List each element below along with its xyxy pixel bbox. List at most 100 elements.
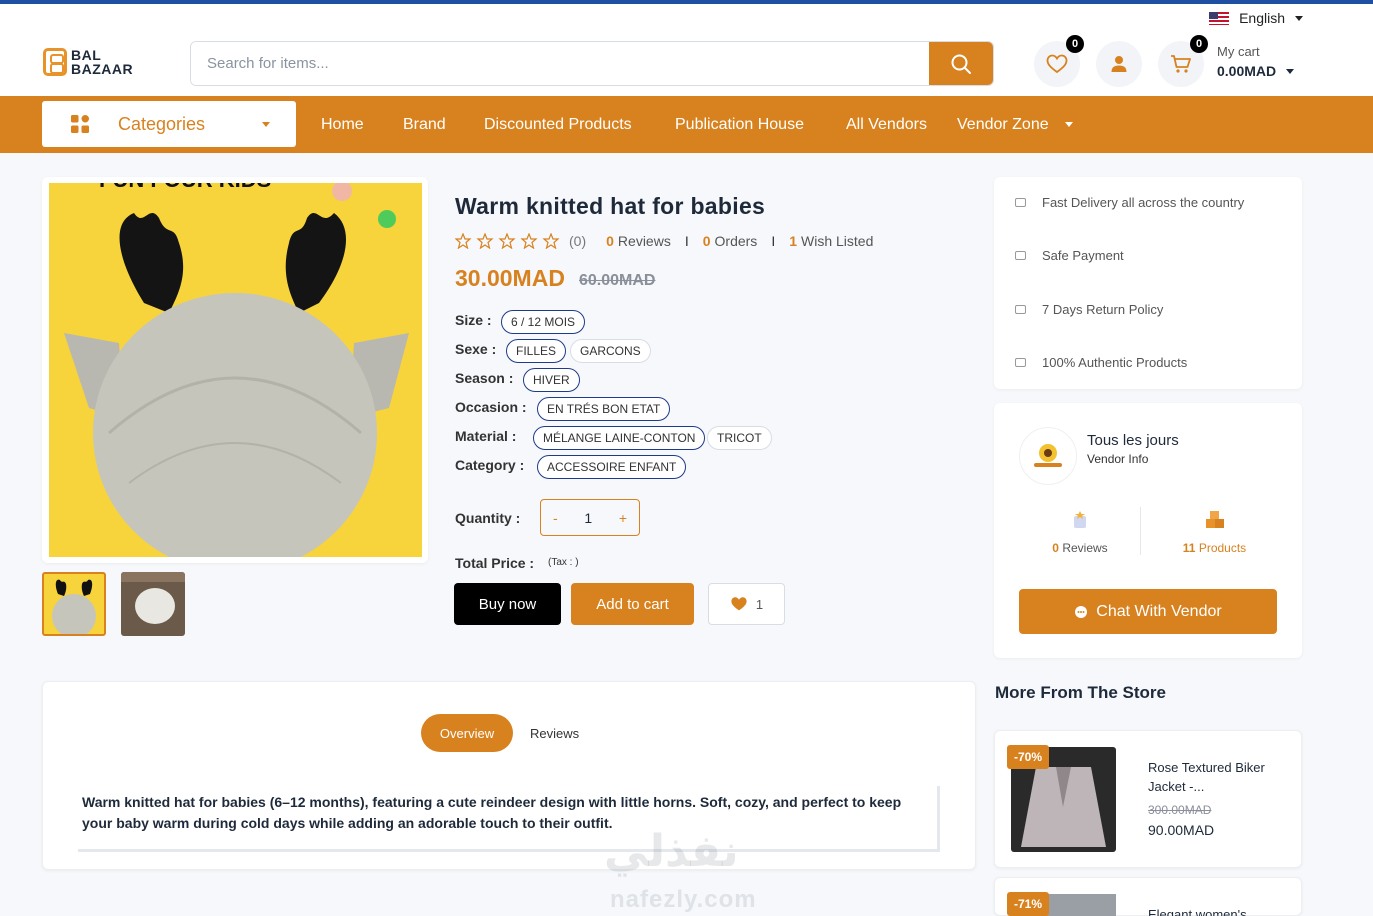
sexe-option-garcons[interactable]: GARCONS: [570, 339, 651, 363]
thumbnail-hat-image: [52, 579, 96, 634]
language-selector[interactable]: English: [1209, 10, 1303, 26]
logo-line-1: BAL: [71, 47, 102, 63]
wish-count: 1: [789, 233, 797, 249]
chat-with-vendor-button[interactable]: Chat With Vendor: [1019, 589, 1277, 634]
nav-publication-house[interactable]: Publication House: [675, 116, 804, 134]
season-option[interactable]: HIVER: [523, 368, 580, 392]
vendor-reviews-label: Reviews: [1062, 541, 1108, 555]
user-icon: [1111, 56, 1127, 72]
separator: I: [771, 233, 776, 249]
quantity-value[interactable]: 1: [584, 510, 592, 526]
nav-home[interactable]: Home: [321, 116, 364, 134]
chevron-down-icon: [1286, 68, 1295, 74]
discount-badge: -71%: [1007, 892, 1050, 916]
category-label: Category :: [455, 457, 525, 473]
vendor-stats-divider: [1140, 507, 1141, 555]
current-price: 30.00MAD: [455, 265, 565, 291]
rating-count: (0): [569, 233, 587, 249]
star-rating-icons: [455, 233, 560, 249]
occasion-option[interactable]: EN TRÉS BON ETAT: [537, 397, 671, 421]
store-product-name[interactable]: Elegant women's: [1148, 905, 1288, 916]
sexe-label: Sexe :: [455, 341, 497, 357]
cart-button[interactable]: 0: [1158, 35, 1208, 87]
feature-return-policy: 7 Days Return Policy: [1015, 302, 1163, 317]
material-option-melange[interactable]: MÉLANGE LAINE-CONTON: [533, 426, 706, 450]
cart-count-badge: 0: [1190, 35, 1208, 53]
logo-line-2: BAZAAR: [71, 61, 134, 77]
separator: I: [684, 233, 689, 249]
chevron-down-icon: [262, 122, 270, 127]
rating-row: (0) 0 Reviews I 0 Orders I 1 Wish Listed: [455, 233, 873, 249]
chat-with-vendor-label: Chat With Vendor: [1096, 602, 1222, 620]
header: BAL BAZAAR 0 0 My cart 0.00MAD: [0, 32, 1373, 96]
wishlist-button-count: 1: [755, 596, 764, 612]
us-flag-icon: [1209, 11, 1230, 25]
tax-label: (Tax : ): [548, 557, 579, 568]
feature-label: 7 Days Return Policy: [1042, 302, 1164, 317]
account-button[interactable]: [1096, 41, 1142, 87]
grid-icon: [71, 115, 89, 133]
feature-safe-payment: Safe Payment: [1015, 248, 1124, 263]
reviews-count: 0: [606, 233, 614, 249]
logo[interactable]: BAL BAZAAR: [43, 48, 133, 76]
categories-dropdown[interactable]: Categories: [42, 101, 296, 147]
cart-amount: 0.00MAD: [1217, 63, 1277, 79]
logo-text: BAL BAZAAR: [71, 48, 133, 76]
add-to-cart-button[interactable]: Add to cart: [571, 583, 694, 625]
store-product-name[interactable]: Rose Textured Biker Jacket -...: [1148, 758, 1288, 796]
orders-count: 0: [702, 233, 711, 249]
top-bar: English: [0, 4, 1373, 32]
chevron-down-icon: [1295, 15, 1303, 21]
search-button[interactable]: [929, 42, 993, 85]
reviews-label: Reviews: [617, 233, 671, 249]
nav-all-vendors[interactable]: All Vendors: [846, 116, 927, 134]
cart-icon: [1171, 55, 1191, 73]
search-input[interactable]: [191, 42, 931, 85]
thumbnail-2[interactable]: [121, 572, 185, 636]
heart-icon: [731, 597, 747, 611]
material-option-tricot[interactable]: TRICOT: [707, 426, 772, 450]
vendor-products-label: Products: [1198, 541, 1247, 555]
nav-brand[interactable]: Brand: [403, 116, 446, 134]
categories-label: Categories: [118, 113, 206, 134]
discount-badge: -70%: [1007, 745, 1050, 769]
nav-vendor-zone-label: Vendor Zone: [957, 116, 1049, 133]
quantity-stepper: - 1 +: [540, 499, 640, 536]
vendor-name[interactable]: Tous les jours: [1087, 432, 1179, 449]
vendor-logo-icon: [1034, 444, 1062, 467]
product-image[interactable]: FUN FOUR KIDS: [49, 183, 422, 557]
add-to-wishlist-button[interactable]: 1: [708, 583, 785, 625]
tab-reviews[interactable]: Reviews: [530, 726, 579, 741]
vendor-products-stat: 11 Products: [1172, 510, 1257, 555]
quantity-increase-button[interactable]: +: [619, 510, 627, 526]
total-price-label: Total Price :: [455, 555, 535, 571]
wishlist-button[interactable]: 0: [1034, 35, 1084, 87]
cart-summary[interactable]: My cart 0.00MAD: [1217, 44, 1295, 79]
vendor-avatar[interactable]: [1019, 427, 1077, 485]
logo-mark-icon: [43, 48, 67, 76]
cart-label: My cart: [1217, 44, 1260, 59]
vendor-info-label: Vendor Info: [1087, 452, 1149, 466]
feature-authentic: 100% Authentic Products: [1015, 355, 1187, 370]
thumbnail-1[interactable]: [42, 572, 106, 636]
occasion-label: Occasion :: [455, 399, 527, 415]
vendor-reviews-stat: 0 Reviews: [1040, 510, 1120, 555]
store-product-price: 90.00MAD: [1148, 822, 1215, 838]
sexe-option-filles[interactable]: FILLES: [506, 339, 567, 363]
wish-label: Wish Listed: [801, 233, 874, 249]
season-label: Season :: [455, 370, 514, 386]
category-option[interactable]: ACCESSOIRE ENFANT: [537, 455, 687, 479]
buy-now-button[interactable]: Buy now: [454, 583, 561, 625]
quantity-decrease-button[interactable]: -: [553, 510, 558, 526]
size-label: Size :: [455, 312, 492, 328]
nav-discounted-products[interactable]: Discounted Products: [484, 116, 632, 134]
tab-overview[interactable]: Overview: [421, 714, 513, 752]
vendor-products-count: 11: [1182, 541, 1196, 555]
image-top-text: FUN FOUR KIDS: [99, 183, 271, 192]
nav-vendor-zone[interactable]: Vendor Zone: [957, 116, 1074, 134]
delivery-icon: [1015, 198, 1026, 207]
more-from-store-title: More From The Store: [995, 683, 1166, 702]
search-icon: [951, 54, 971, 74]
size-option[interactable]: 6 / 12 MOIS: [501, 310, 586, 334]
store-product-old-price: 300.00MAD: [1148, 803, 1212, 817]
